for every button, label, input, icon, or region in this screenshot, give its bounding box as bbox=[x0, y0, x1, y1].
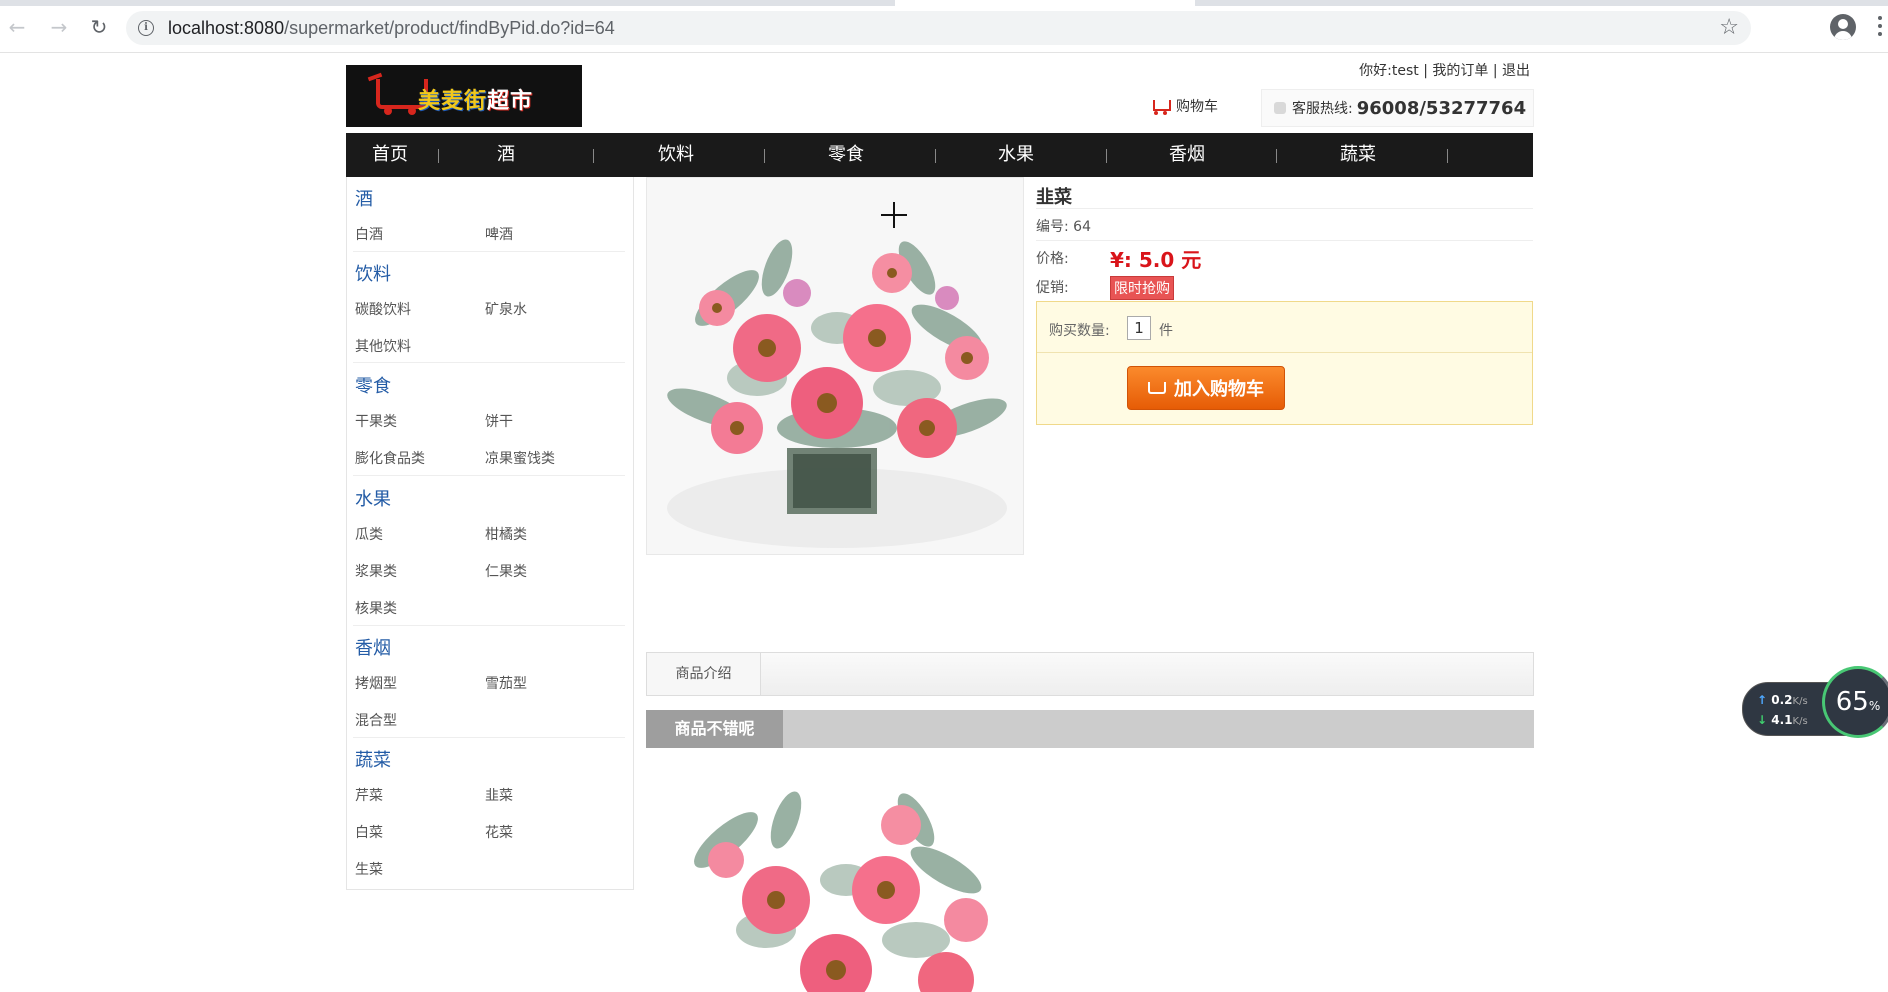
divider bbox=[1036, 240, 1533, 241]
divider bbox=[1036, 208, 1533, 209]
sub-category[interactable]: 啤酒 bbox=[485, 224, 513, 244]
banner-tag: 商品不错呢 bbox=[646, 710, 783, 748]
sub-category[interactable]: 雪茄型 bbox=[485, 673, 527, 693]
sub-category[interactable]: 韭菜 bbox=[485, 785, 513, 805]
nav-snacks[interactable]: 零食 bbox=[776, 133, 916, 177]
flower-bouquet-image bbox=[647, 178, 1023, 554]
category-vegetables[interactable]: 蔬菜 bbox=[355, 746, 391, 772]
category-sidebar: 酒 白酒 啤酒 饮料 碳酸饮料 矿泉水 其他饮料 零食 干果类 饼干 膨化食品类… bbox=[346, 177, 634, 890]
reload-icon[interactable]: ↻ bbox=[86, 14, 112, 40]
add-to-cart-button[interactable]: 加入购物车 bbox=[1127, 366, 1285, 410]
product-tabs: 商品介绍 bbox=[646, 652, 1534, 696]
url-text[interactable]: localhost:8080/supermarket/product/findB… bbox=[168, 18, 615, 39]
product-name: 韭菜 bbox=[1036, 187, 1072, 208]
network-speed-widget[interactable]: ↑ 0.2K/s ↓ 4.1K/s 65% bbox=[1742, 666, 1888, 742]
tab-product-intro[interactable]: 商品介绍 bbox=[647, 653, 761, 695]
promo-label: 促销: bbox=[1036, 280, 1069, 296]
sub-category[interactable]: 膨化食品类 bbox=[355, 448, 425, 468]
sub-category[interactable]: 柑橘类 bbox=[485, 524, 527, 544]
product-description-image bbox=[646, 780, 1146, 992]
nav-cigarettes[interactable]: 香烟 bbox=[1117, 133, 1257, 177]
site-logo[interactable]: 美麦街超市 bbox=[346, 65, 582, 127]
nav-vegetables[interactable]: 蔬菜 bbox=[1288, 133, 1428, 177]
sub-category[interactable]: 碳酸饮料 bbox=[355, 299, 411, 319]
cart-icon bbox=[1150, 97, 1171, 115]
sub-category[interactable]: 白酒 bbox=[355, 224, 383, 244]
promo-badge: 限时抢购 bbox=[1110, 276, 1174, 300]
down-arrow-icon: ↓ bbox=[1757, 713, 1768, 727]
download-speed: ↓ 4.1K/s bbox=[1757, 713, 1808, 727]
nav-fruit[interactable]: 水果 bbox=[946, 133, 1086, 177]
memory-usage-gauge: 65% bbox=[1822, 666, 1888, 738]
hotline-number: 96008/53277764 bbox=[1356, 97, 1527, 119]
nav-home[interactable]: 首页 bbox=[346, 133, 434, 177]
sub-category[interactable]: 核果类 bbox=[355, 598, 397, 618]
sub-category[interactable]: 干果类 bbox=[355, 411, 397, 431]
greeting-label: 你好: bbox=[1359, 63, 1392, 79]
sub-category[interactable]: 其他饮料 bbox=[355, 336, 411, 356]
sub-category[interactable]: 生菜 bbox=[355, 859, 383, 879]
purchase-box: 购买数量: 1 件 加入购物车 bbox=[1036, 301, 1533, 425]
tab-strip bbox=[0, 0, 1888, 6]
profile-avatar-icon[interactable] bbox=[1830, 14, 1856, 40]
category-snacks[interactable]: 零食 bbox=[355, 372, 391, 398]
quantity-unit: 件 bbox=[1159, 323, 1173, 339]
sub-category[interactable]: 白菜 bbox=[355, 822, 383, 842]
up-arrow-icon: ↑ bbox=[1757, 693, 1768, 707]
cursor-crosshair bbox=[893, 202, 895, 228]
logo-text-yellow: 美麦街 bbox=[418, 89, 488, 114]
cart-icon bbox=[1148, 382, 1166, 394]
product-image[interactable] bbox=[646, 177, 1024, 555]
forward-arrow-icon[interactable]: → bbox=[46, 14, 72, 40]
browser-menu-icon[interactable] bbox=[1878, 16, 1884, 40]
category-drinks[interactable]: 饮料 bbox=[355, 260, 391, 286]
bookmark-star-icon[interactable]: ☆ bbox=[1719, 15, 1739, 40]
product-price: ¥: 5.0 元 bbox=[1110, 248, 1202, 272]
logout-link[interactable]: 退出 bbox=[1502, 63, 1530, 79]
sub-category[interactable]: 矿泉水 bbox=[485, 299, 527, 319]
price-label: 价格: bbox=[1036, 251, 1069, 267]
sub-category[interactable]: 仁果类 bbox=[485, 561, 527, 581]
flower-bouquet-image bbox=[694, 791, 988, 992]
phone-icon bbox=[1274, 102, 1286, 114]
back-arrow-icon[interactable]: ← bbox=[4, 14, 30, 40]
cart-link[interactable]: 购物车 bbox=[1150, 96, 1218, 116]
section-banner: 商品不错呢 bbox=[646, 710, 1534, 748]
hotline-box: 客服热线: 96008/53277764 bbox=[1261, 89, 1534, 127]
sub-category[interactable]: 花菜 bbox=[485, 822, 513, 842]
category-fruit[interactable]: 水果 bbox=[355, 485, 391, 511]
category-liquor[interactable]: 酒 bbox=[355, 185, 373, 211]
upload-speed: ↑ 0.2K/s bbox=[1757, 693, 1808, 707]
quantity-input[interactable]: 1 bbox=[1127, 316, 1151, 340]
logo-text-white: 超市 bbox=[487, 89, 534, 114]
top-user-links: 你好:test | 我的订单 | 退出 bbox=[1359, 63, 1530, 79]
nav-drinks[interactable]: 饮料 bbox=[606, 133, 746, 177]
nav-liquor[interactable]: 酒 bbox=[446, 133, 566, 177]
info-icon[interactable]: i bbox=[138, 20, 154, 36]
cart-label: 购物车 bbox=[1176, 99, 1218, 115]
sub-category[interactable]: 饼干 bbox=[485, 411, 513, 431]
username: test bbox=[1391, 63, 1419, 79]
sub-category[interactable]: 浆果类 bbox=[355, 561, 397, 581]
my-orders-link[interactable]: 我的订单 bbox=[1432, 63, 1488, 79]
hotline-label: 客服热线: bbox=[1292, 101, 1353, 117]
sub-category[interactable]: 混合型 bbox=[355, 710, 397, 730]
product-id: 编号: 64 bbox=[1036, 219, 1091, 235]
sub-category[interactable]: 芹菜 bbox=[355, 785, 383, 805]
category-cigarettes[interactable]: 香烟 bbox=[355, 634, 391, 660]
sub-category[interactable]: 瓜类 bbox=[355, 524, 383, 544]
sub-category[interactable]: 凉果蜜饯类 bbox=[485, 448, 555, 468]
sub-category[interactable]: 拷烟型 bbox=[355, 673, 397, 693]
address-bar[interactable]: i localhost:8080/supermarket/product/fin… bbox=[126, 11, 1751, 45]
quantity-label: 购买数量: bbox=[1049, 323, 1110, 339]
main-nav: 首页 酒 饮料 零食 水果 香烟 蔬菜 bbox=[346, 133, 1533, 177]
